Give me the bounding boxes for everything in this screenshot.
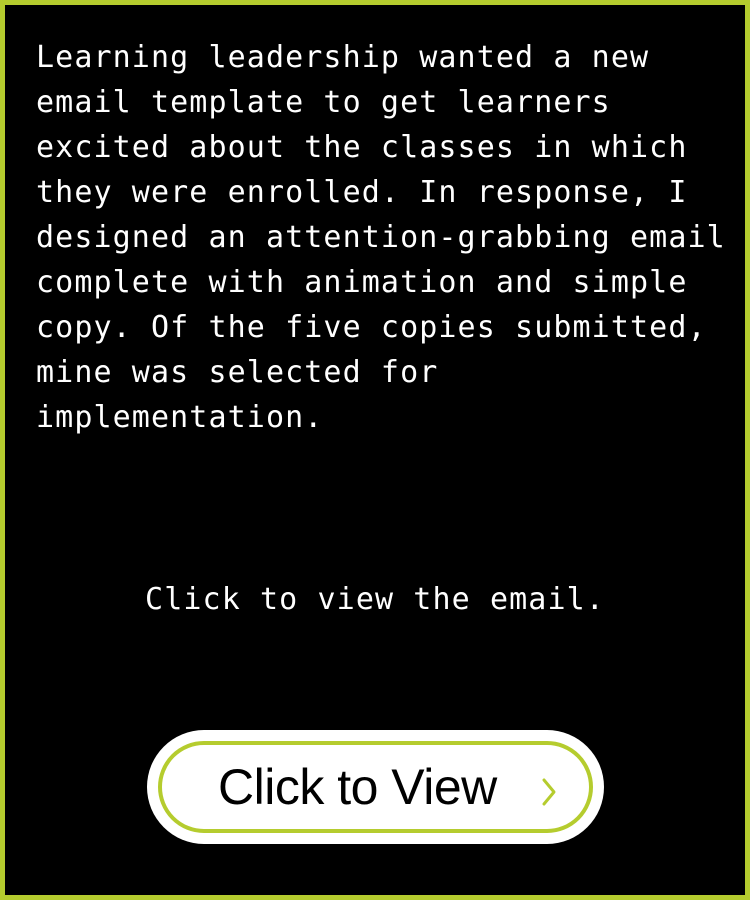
chevron-right-icon xyxy=(542,778,556,806)
view-email-prompt: Click to view the email. xyxy=(145,582,605,617)
page-frame: Learning leadership wanted a new email t… xyxy=(0,0,750,900)
click-to-view-button[interactable]: Click to View xyxy=(147,730,604,844)
button-label: Click to View xyxy=(218,759,497,815)
project-description: Learning leadership wanted a new email t… xyxy=(36,40,726,435)
button-outline[interactable]: Click to View xyxy=(158,741,593,833)
